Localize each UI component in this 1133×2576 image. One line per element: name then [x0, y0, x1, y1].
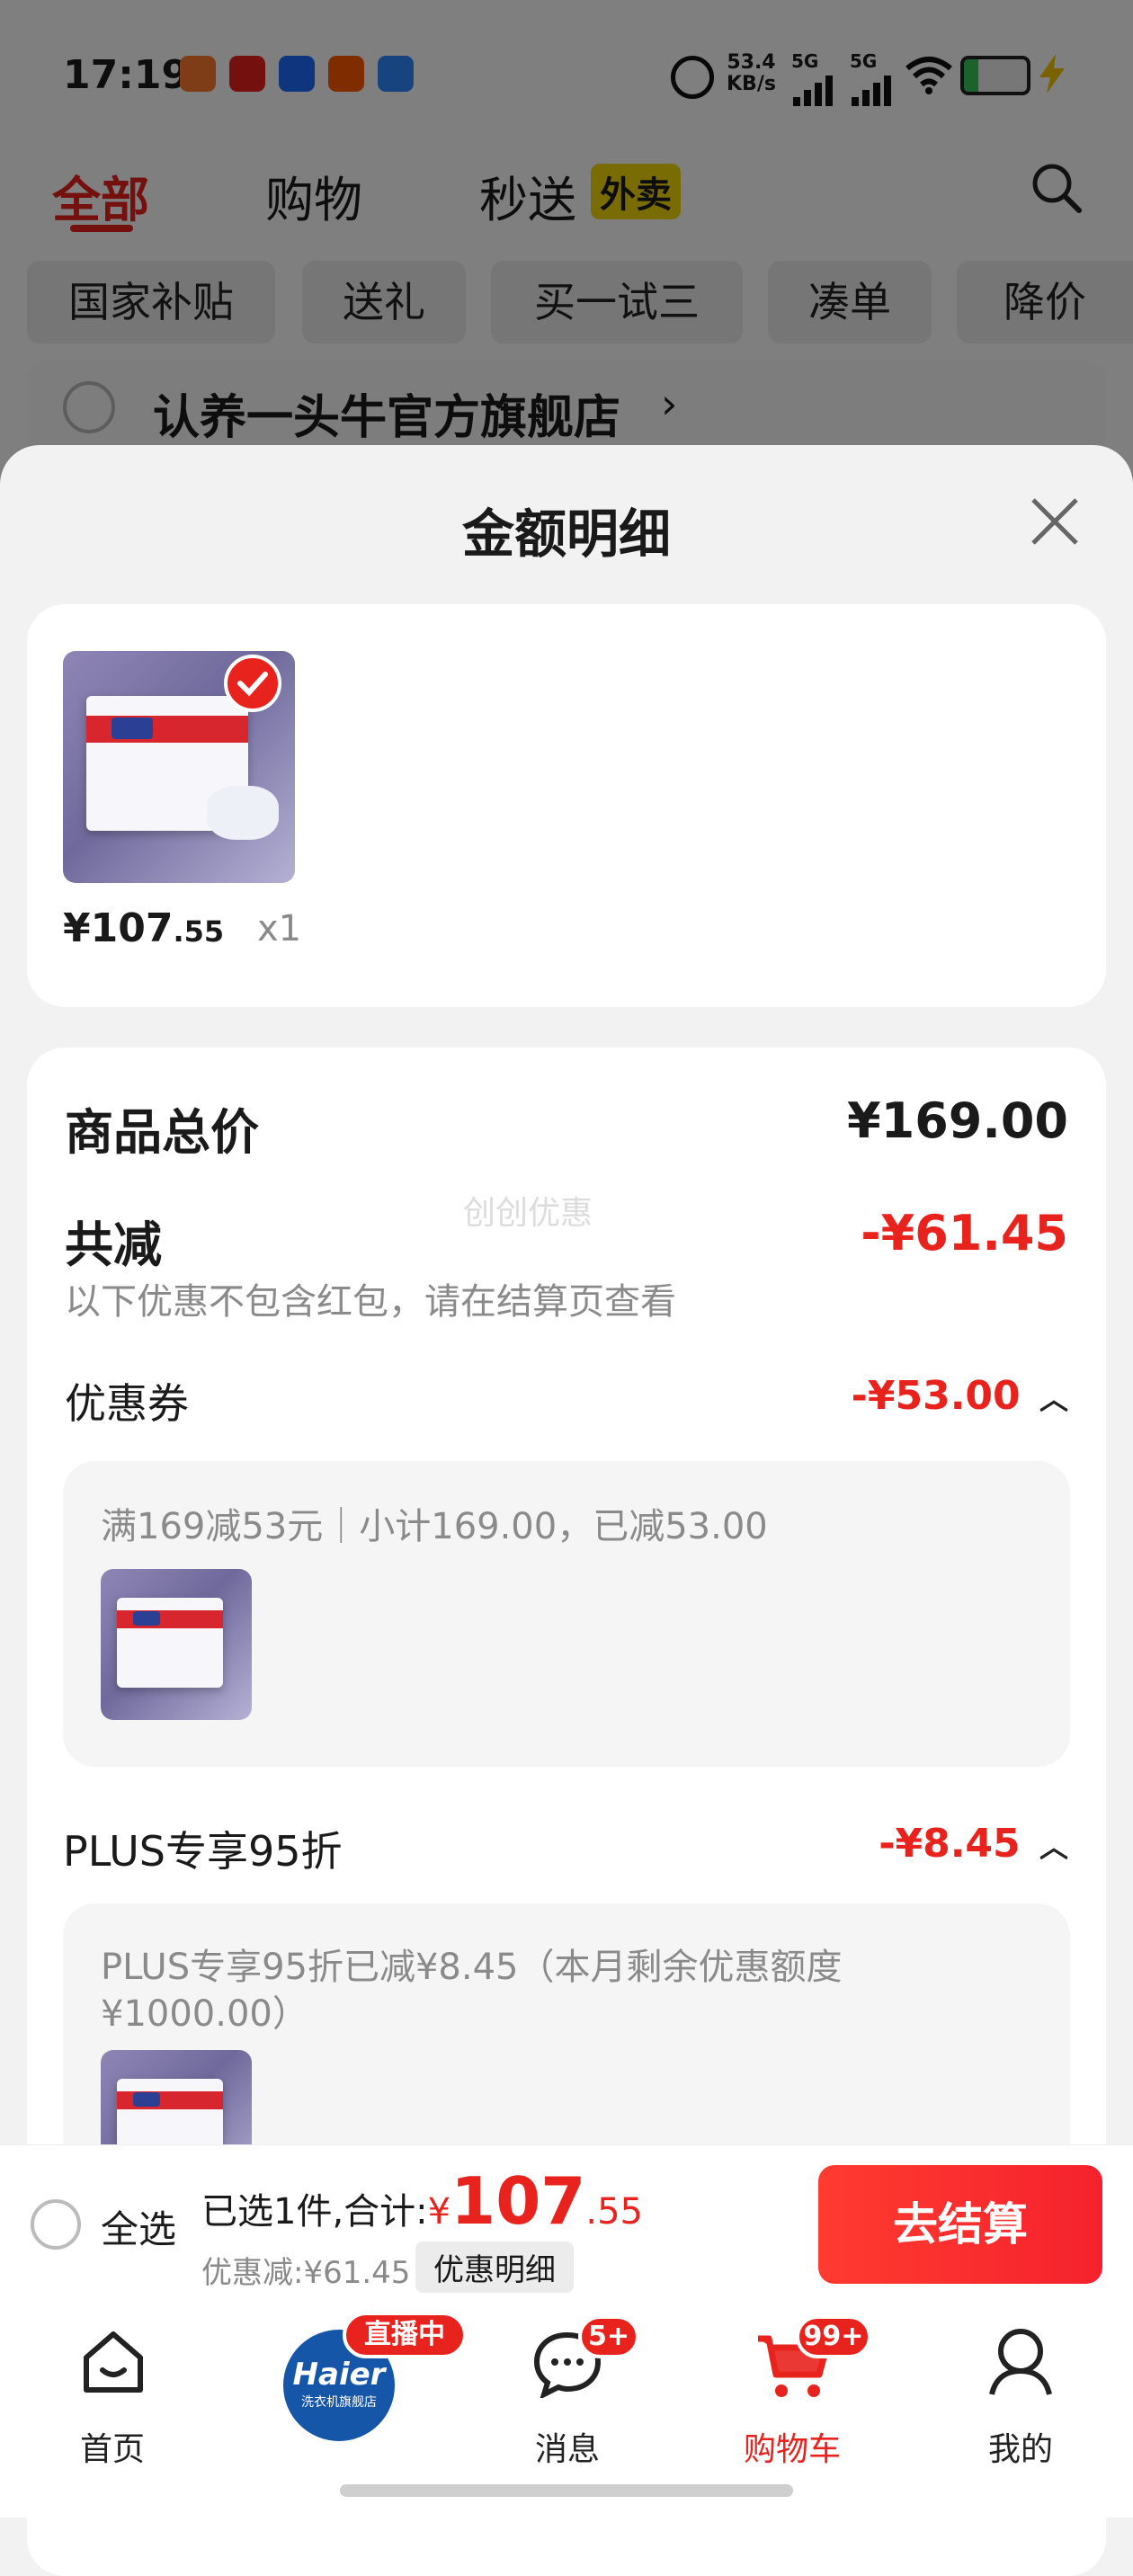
messages-badge: 5+: [578, 2315, 639, 2358]
cart-badge: 99+: [796, 2315, 871, 2358]
item-qty: x1: [257, 908, 302, 949]
selected-summary: 已选1件,合计:¥107.55: [201, 2163, 643, 2239]
watermark-text: 创创优惠: [463, 1195, 593, 1232]
select-all-label[interactable]: 全选: [101, 2199, 176, 2254]
nav-messages-label: 消息: [534, 2431, 600, 2468]
discount-detail-button[interactable]: 优惠明细: [415, 2242, 574, 2293]
close-icon[interactable]: [1028, 495, 1082, 548]
user-icon: [989, 2329, 1052, 2395]
discount-note: 以下优惠不包含红包，请在结算页查看: [65, 1281, 676, 1323]
total-reduce-label: 共减: [65, 1217, 162, 1273]
product-card: ¥107.55 x1: [27, 604, 1106, 1007]
coupon-detail: 满169减53元｜小计169.00，已减53.00: [63, 1461, 1070, 1767]
plus-detail-line2: ¥1000.00）: [101, 1993, 308, 2035]
coupon-product-image: [101, 1569, 252, 1720]
plus-toggle[interactable]: -¥8.45 ︿: [879, 1821, 1068, 1867]
select-all-checkbox[interactable]: [31, 2199, 81, 2250]
coupon-value: -¥53.00: [851, 1373, 1021, 1419]
chevron-up-icon: ︿: [1039, 1382, 1068, 1416]
discount-summary: 优惠减:¥61.45: [201, 2255, 411, 2291]
dim-overlay[interactable]: [0, 0, 1133, 504]
home-indicator: [340, 2484, 793, 2497]
total-price-label: 商品总价: [65, 1104, 259, 1161]
coupon-detail-text: 满169减53元｜小计169.00，已减53.00: [101, 1506, 768, 1547]
coupon-toggle[interactable]: -¥53.00 ︿: [852, 1373, 1068, 1419]
total-currency: ¥: [427, 2191, 451, 2233]
chevron-up-icon: ︿: [1039, 1830, 1068, 1864]
live-badge: 直播中: [343, 2312, 467, 2358]
total-amount-dec: .55: [585, 2191, 644, 2233]
live-brand: Haier: [292, 2357, 386, 2393]
nav-home-label: 首页: [79, 2431, 145, 2468]
checkout-bar: 全选 已选1件,合计:¥107.55 优惠减:¥61.45 优惠明细 去结算: [0, 2144, 1133, 2305]
home-icon: [84, 2331, 143, 2393]
coupon-label: 优惠券: [65, 1379, 189, 1428]
sheet-title: 金额明细: [461, 504, 671, 565]
bottom-nav: 首页 Haier 洗衣机旗舰店 直播中 5+ 消息 99+ 购物车 我的: [0, 2304, 1133, 2518]
item-price-main: ¥107: [63, 905, 174, 951]
total-amount-main: 107: [451, 2163, 586, 2239]
plus-detail-line1: PLUS专享95折已减¥8.45（本月剩余优惠额度: [101, 1947, 843, 1988]
checkout-button[interactable]: 去结算: [818, 2165, 1102, 2284]
nav-cart-label: 购物车: [743, 2431, 841, 2468]
total-reduce-value: -¥61.45: [861, 1205, 1068, 1261]
checkout-button-label: 去结算: [893, 2198, 1028, 2251]
item-price-dec: .55: [173, 914, 225, 949]
total-price-value: ¥169.00: [847, 1092, 1068, 1149]
selected-text: 已选1件,合计:: [201, 2191, 428, 2233]
plus-value: -¥8.45: [879, 1821, 1021, 1867]
live-sub: 洗衣机旗舰店: [301, 2395, 377, 2410]
plus-label: PLUS专享95折: [63, 1827, 343, 1876]
nav-me-label: 我的: [987, 2431, 1053, 2468]
item-price: ¥107.55: [63, 905, 224, 951]
selected-check-icon: [224, 655, 281, 712]
